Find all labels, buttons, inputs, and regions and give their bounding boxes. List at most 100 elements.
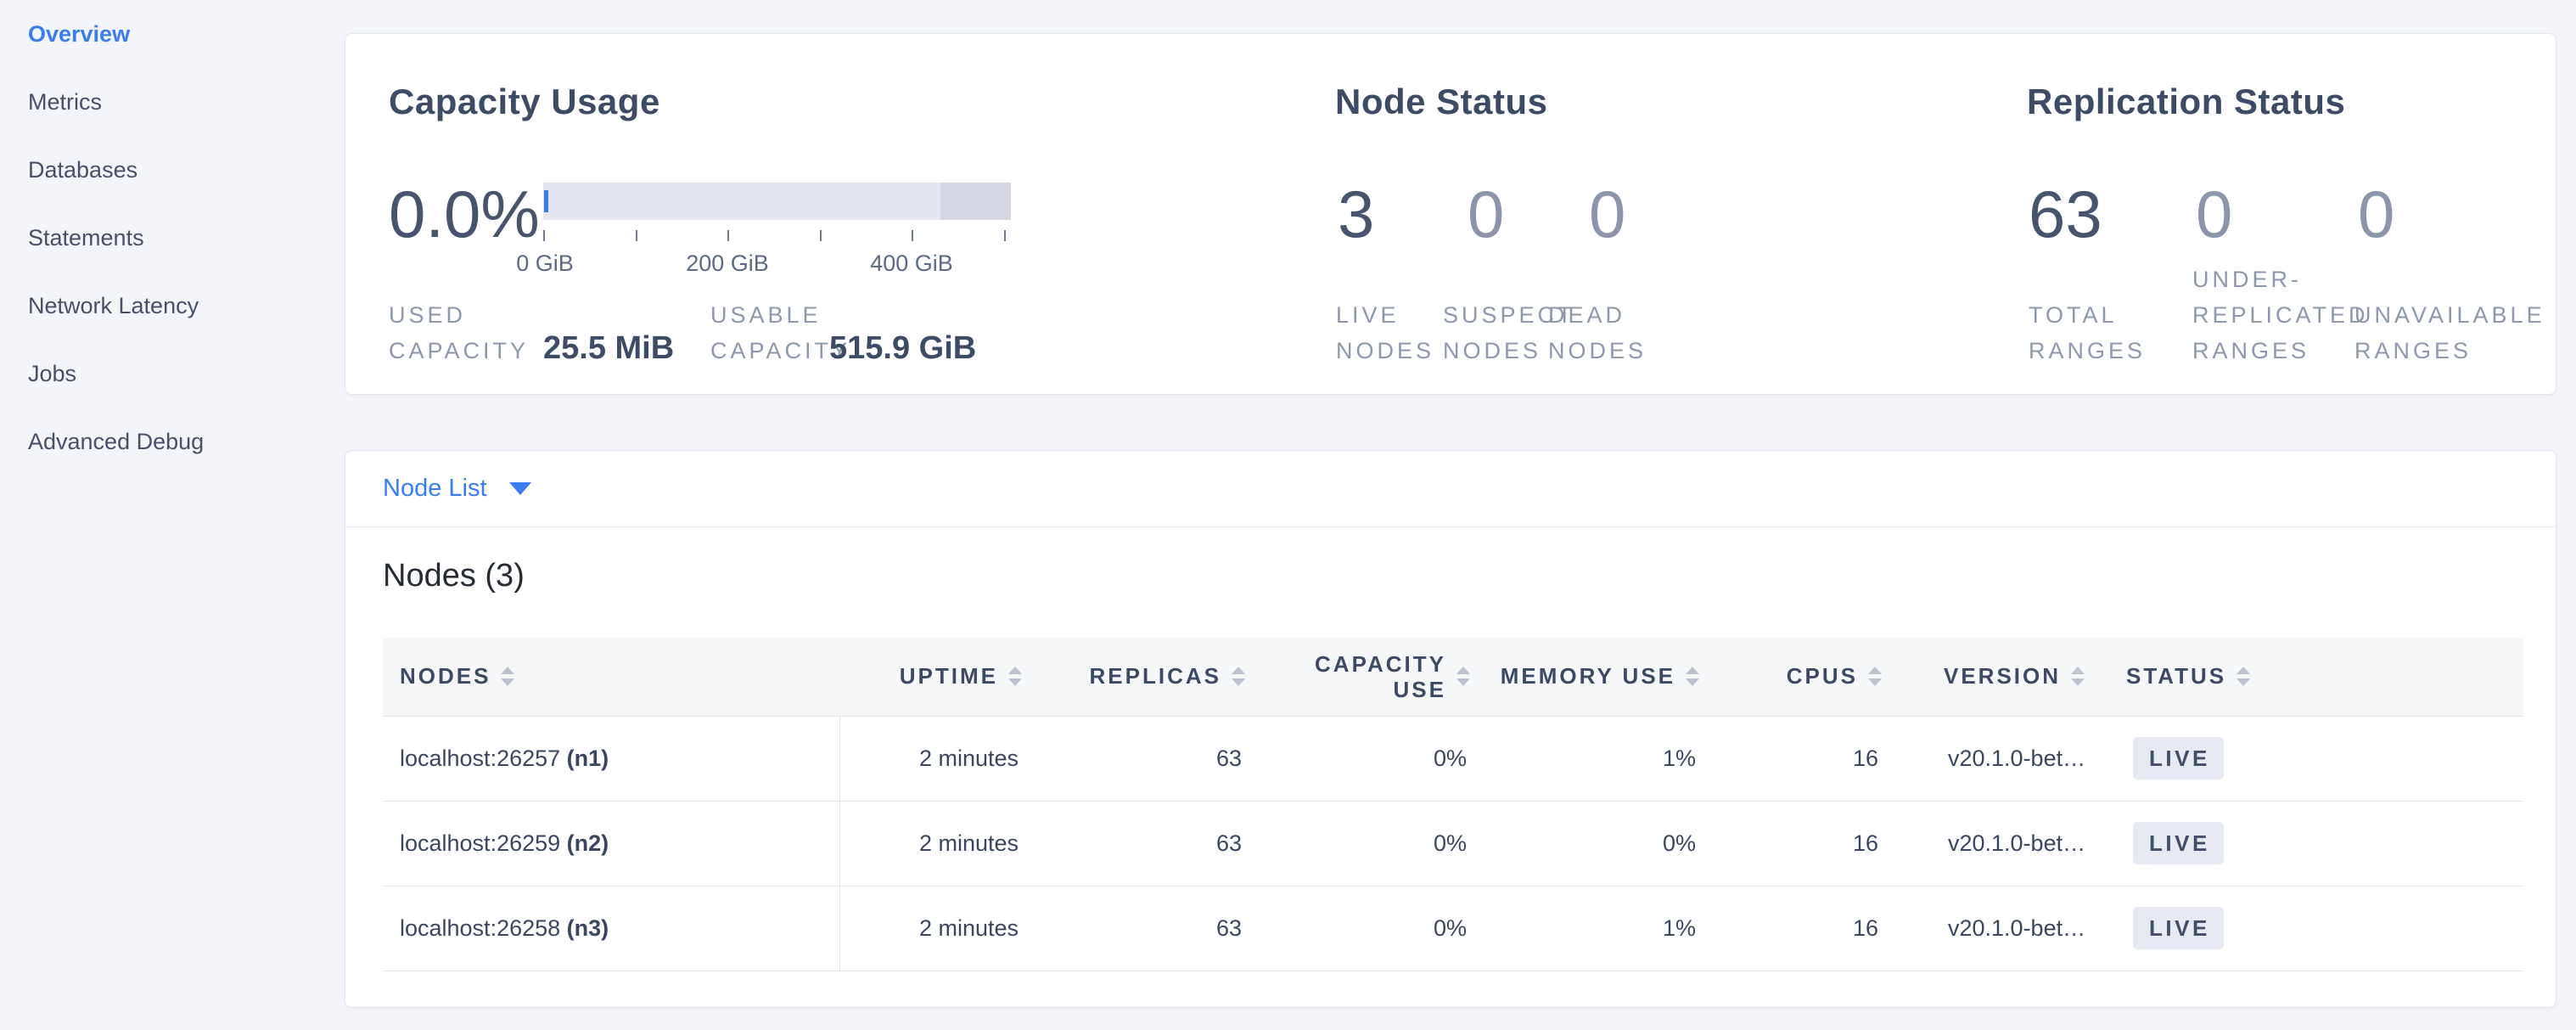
node-id: (n3) — [567, 915, 609, 941]
under-replicated-ranges-label: UNDER-REPLICATED RANGES — [2192, 262, 2337, 369]
replicas-cell: 63 — [1022, 716, 1245, 801]
replication-status-section: Replication Status 63 0 0 TOTAL RANGES U… — [2027, 34, 2536, 394]
table-row[interactable]: localhost:26259 (n2) 2 minutes 63 0% 0% … — [383, 801, 2523, 886]
status-cell: LIVE — [2126, 716, 2523, 801]
nodes-heading: Nodes (3) — [383, 558, 2556, 594]
uptime-cell: 2 minutes — [839, 801, 1022, 886]
version-cell: v20.1.0-bet… — [1882, 801, 2126, 886]
dead-nodes-count: 0 — [1589, 177, 1625, 251]
uptime-cell: 2 minutes — [839, 716, 1022, 801]
sidebar-item-metrics[interactable]: Metrics — [0, 68, 345, 136]
status-badge: LIVE — [2133, 822, 2224, 864]
column-header-version[interactable]: VERSION — [1882, 638, 2126, 716]
axis-tick-label: 200 GiB — [686, 250, 769, 277]
capacity-bar-used-segment — [544, 190, 548, 212]
axis-tick — [1004, 230, 1006, 241]
node-address: localhost:26259 — [400, 830, 560, 856]
replicas-cell: 63 — [1022, 886, 1245, 971]
table-row[interactable]: localhost:26257 (n1) 2 minutes 63 0% 1% … — [383, 716, 2523, 801]
axis-tick — [912, 230, 913, 241]
sidebar-item-databases[interactable]: Databases — [0, 136, 345, 204]
column-header-label: STATUS — [2126, 663, 2226, 689]
capacity-use-cell: 0% — [1245, 886, 1470, 971]
axis-tick — [543, 230, 545, 241]
axis-tick — [820, 230, 822, 241]
sidebar-item-network-latency[interactable]: Network Latency — [0, 272, 345, 340]
node-list-dropdown-label: Node List — [383, 475, 487, 503]
capacity-usage-title: Capacity Usage — [389, 82, 660, 122]
table-row[interactable]: localhost:26258 (n3) 2 minutes 63 0% 1% … — [383, 886, 2523, 971]
axis-tick-label: 400 GiB — [870, 250, 953, 277]
chevron-down-icon — [509, 482, 531, 495]
node-status-title: Node Status — [1335, 82, 1548, 122]
column-header-label: CPUS — [1787, 663, 1858, 689]
replicas-cell: 63 — [1022, 801, 1245, 886]
capacity-bar-axis: 0 GiB 200 GiB 400 GiB — [543, 220, 1011, 288]
column-header-label: NODES — [400, 663, 491, 689]
nodes-table: NODES UPTIME REPLICAS CAPACITY USE MEMOR… — [383, 638, 2523, 971]
sort-icon[interactable] — [2236, 667, 2250, 686]
memory-use-cell: 1% — [1470, 886, 1699, 971]
dead-nodes-label: DEAD NODES — [1548, 297, 1646, 369]
used-capacity-value: 25.5 MiB — [543, 330, 674, 367]
column-header-status[interactable]: STATUS — [2126, 638, 2523, 716]
axis-tick — [636, 230, 637, 241]
sort-icon[interactable] — [2071, 667, 2085, 686]
unavailable-ranges-count: 0 — [2358, 177, 2394, 251]
sort-icon[interactable] — [1008, 667, 1022, 686]
node-address: localhost:26257 — [400, 746, 560, 771]
column-header-replicas[interactable]: REPLICAS — [1022, 638, 1245, 716]
node-status-section: Node Status 3 0 0 LIVE NODES SUSPECT NOD… — [1335, 34, 2023, 394]
sort-icon[interactable] — [501, 667, 514, 686]
version-cell: v20.1.0-bet… — [1882, 716, 2126, 801]
table-header-row: NODES UPTIME REPLICAS CAPACITY USE MEMOR… — [383, 638, 2523, 716]
sidebar-item-advanced-debug[interactable]: Advanced Debug — [0, 408, 345, 476]
node-list-dropdown[interactable]: Node List — [345, 451, 2556, 527]
status-badge: LIVE — [2133, 907, 2224, 949]
column-header-label: CAPACITY USE — [1310, 651, 1446, 702]
sidebar-item-statements[interactable]: Statements — [0, 204, 345, 272]
column-header-cpus[interactable]: CPUS — [1699, 638, 1882, 716]
sort-icon[interactable] — [1232, 667, 1245, 686]
sidebar: Overview Metrics Databases Statements Ne… — [0, 0, 345, 476]
unavailable-ranges-label: UNAVAILABLE RANGES — [2354, 297, 2499, 369]
cpus-cell: 16 — [1699, 801, 1882, 886]
sort-icon[interactable] — [1868, 667, 1882, 686]
column-header-memory-use[interactable]: MEMORY USE — [1470, 638, 1699, 716]
sidebar-item-overview[interactable]: Overview — [0, 0, 345, 68]
total-ranges-count: 63 — [2029, 177, 2102, 251]
replication-status-title: Replication Status — [2027, 82, 2345, 122]
capacity-usage-section: Capacity Usage 0.0% 0 GiB 200 GiB 400 Gi… — [389, 34, 1331, 394]
used-capacity-label: USED CAPACITY — [389, 297, 512, 369]
node-address-cell[interactable]: localhost:26259 (n2) — [383, 801, 839, 886]
node-list-card: Node List Nodes (3) NODES UPTIME REPLICA… — [345, 450, 2556, 1008]
usable-capacity-value: 515.9 GiB — [829, 330, 976, 367]
cluster-summary-card: Capacity Usage 0.0% 0 GiB 200 GiB 400 Gi… — [345, 33, 2556, 395]
sort-icon[interactable] — [1456, 667, 1470, 686]
column-header-label: MEMORY USE — [1501, 663, 1675, 689]
live-nodes-label: LIVE NODES — [1336, 297, 1434, 369]
memory-use-cell: 1% — [1470, 716, 1699, 801]
column-header-capacity-use[interactable]: CAPACITY USE — [1245, 638, 1470, 716]
sort-icon[interactable] — [1686, 667, 1699, 686]
node-id: (n2) — [567, 830, 609, 856]
suspect-nodes-label: SUSPECT NODES — [1443, 297, 1541, 369]
live-nodes-count: 3 — [1338, 177, 1374, 251]
axis-tick-label: 0 GiB — [516, 250, 574, 277]
capacity-bar-track — [543, 183, 1011, 220]
column-header-label: REPLICAS — [1090, 663, 1221, 689]
node-id: (n1) — [567, 746, 609, 771]
column-header-uptime[interactable]: UPTIME — [839, 638, 1022, 716]
node-address-cell[interactable]: localhost:26258 (n3) — [383, 886, 839, 971]
memory-use-cell: 0% — [1470, 801, 1699, 886]
column-header-nodes[interactable]: NODES — [383, 638, 839, 716]
capacity-usage-bar-chart: 0 GiB 200 GiB 400 GiB — [543, 183, 1011, 288]
sidebar-item-jobs[interactable]: Jobs — [0, 340, 345, 408]
capacity-used-percent: 0.0% — [389, 177, 540, 251]
capacity-bar-other-segment — [940, 183, 1011, 220]
column-header-label: VERSION — [1944, 663, 2061, 689]
capacity-use-cell: 0% — [1245, 801, 1470, 886]
suspect-nodes-count: 0 — [1468, 177, 1504, 251]
node-address-cell[interactable]: localhost:26257 (n1) — [383, 716, 839, 801]
uptime-cell: 2 minutes — [839, 886, 1022, 971]
